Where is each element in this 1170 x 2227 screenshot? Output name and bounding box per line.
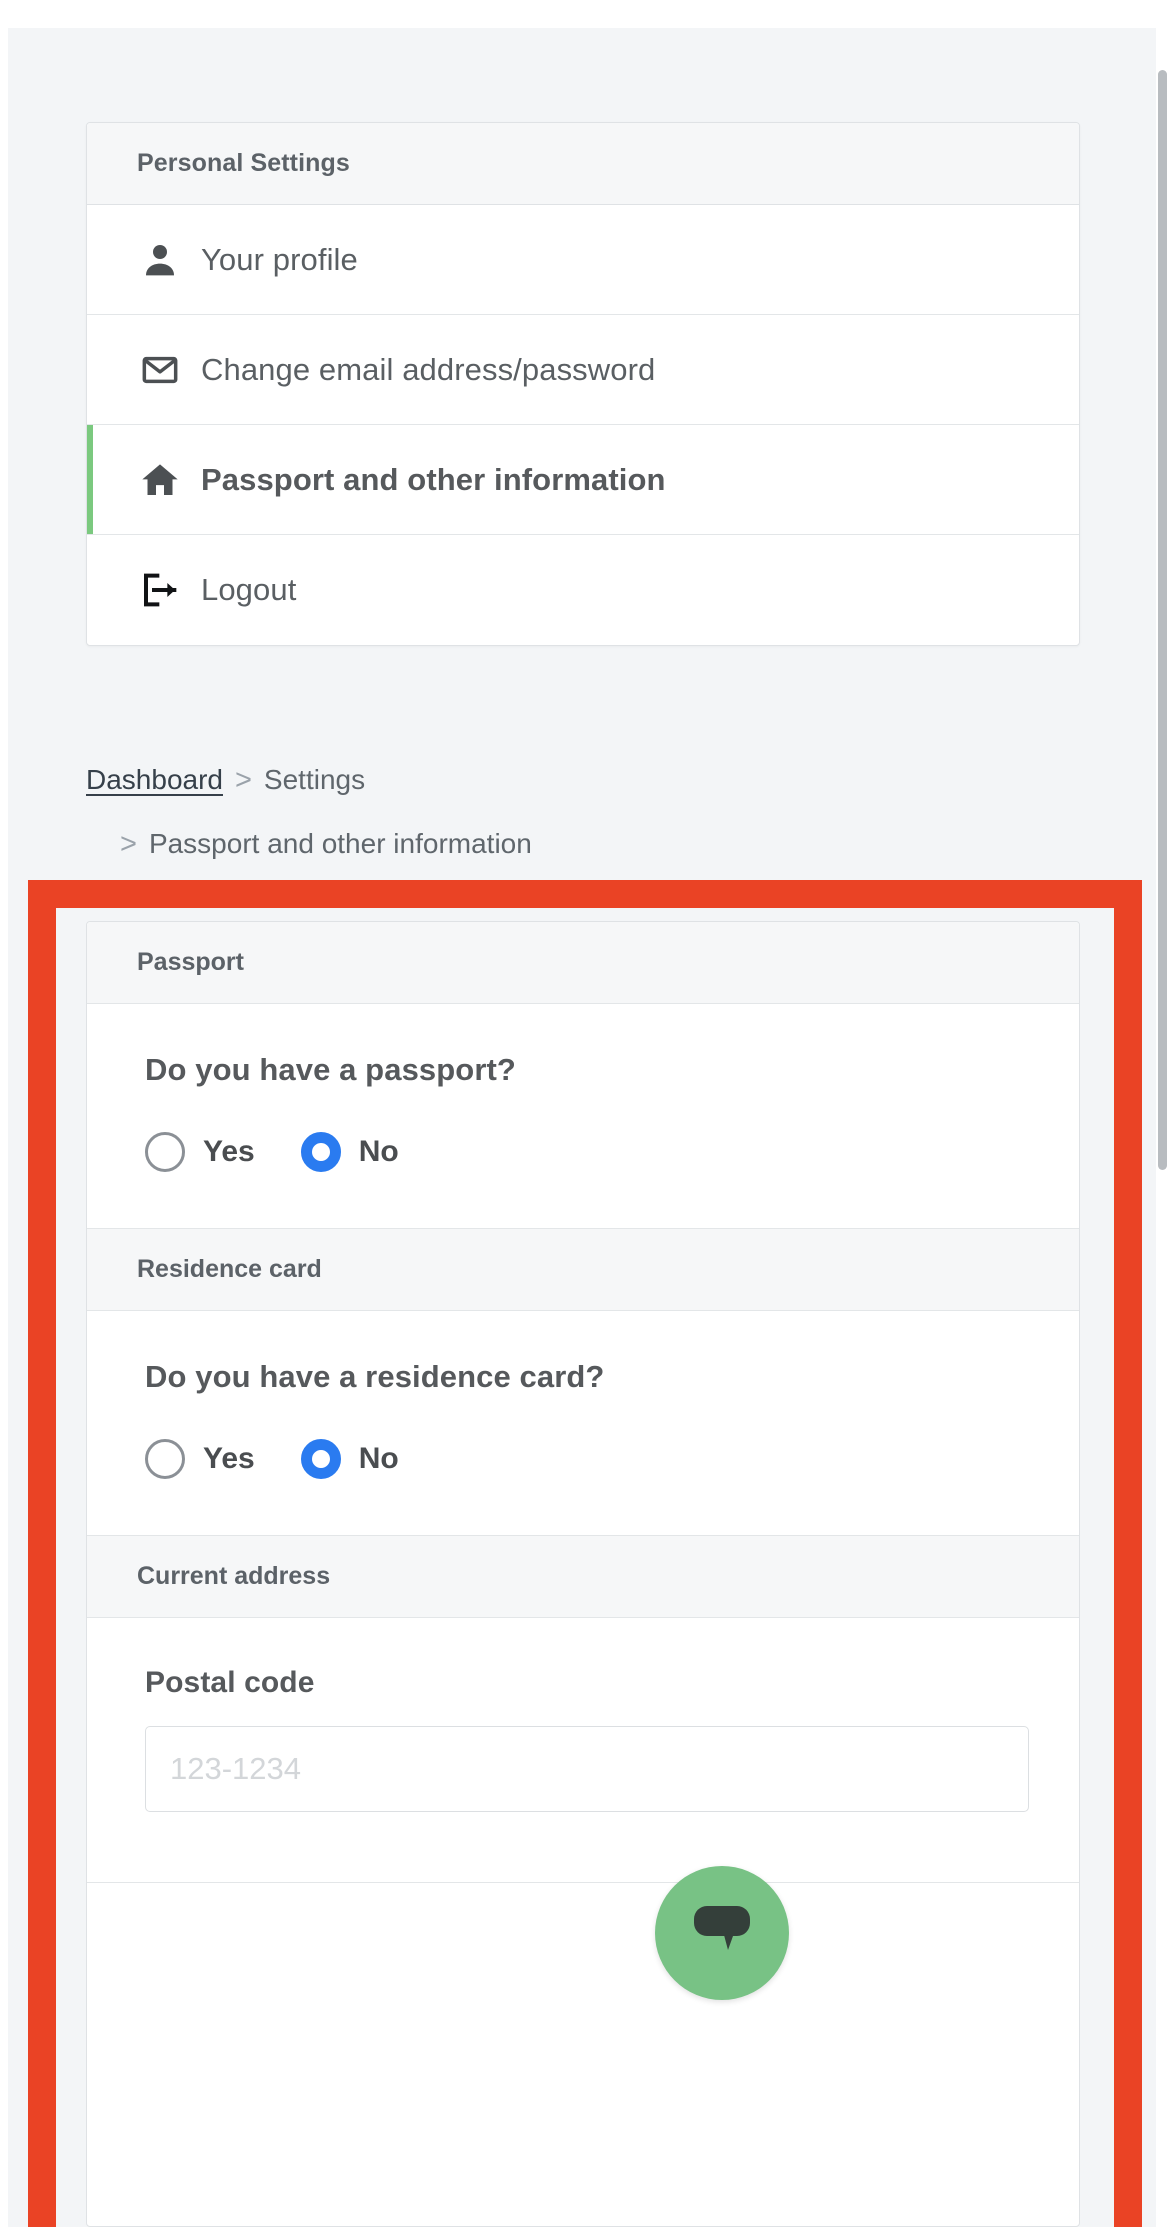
sidebar-item-change-email-password[interactable]: Change email address/password xyxy=(87,315,1079,425)
question-residence-card: Do you have a residence card? xyxy=(145,1359,605,1394)
sidebar-item-label: Change email address/password xyxy=(201,351,656,387)
sidebar-item-logout[interactable]: Logout xyxy=(87,535,1079,645)
breadcrumb-item-settings: Settings xyxy=(263,764,366,795)
sidebar-item-label: Your profile xyxy=(201,241,358,277)
question-passport: Do you have a passport? xyxy=(145,1052,516,1087)
section-body-residence-card: Do you have a residence card? Yes No xyxy=(87,1311,1079,1536)
radio-button-checked-icon[interactable] xyxy=(300,1439,341,1479)
radio-label: No xyxy=(358,1442,399,1475)
person-icon xyxy=(137,237,183,283)
radio-group-passport: Yes No xyxy=(145,1132,1029,1172)
scrollbar-track[interactable] xyxy=(1156,28,1170,2227)
radio-label: No xyxy=(358,1135,399,1168)
sidebar-item-label: Logout xyxy=(201,572,297,607)
radio-group-residence-card: Yes No xyxy=(145,1439,1029,1479)
radio-option-residence-no[interactable]: No xyxy=(300,1439,399,1479)
chat-bubble-icon xyxy=(688,1900,756,1967)
field-label-postal-code: Postal code xyxy=(145,1666,315,1699)
radio-option-residence-yes[interactable]: Yes xyxy=(145,1439,255,1479)
breadcrumb-link-dashboard[interactable]: Dashboard xyxy=(86,764,223,795)
section-header-current-address: Current address xyxy=(87,1536,1079,1618)
radio-button-checked-icon[interactable] xyxy=(300,1132,341,1172)
radio-option-passport-no[interactable]: No xyxy=(300,1132,399,1172)
sidebar-item-your-profile[interactable]: Your profile xyxy=(87,205,1079,315)
radio-label: Yes xyxy=(203,1135,255,1168)
radio-button-unchecked-icon[interactable] xyxy=(145,1132,185,1172)
personal-settings-title: Personal Settings xyxy=(87,123,1079,205)
section-body-current-address: Postal code xyxy=(87,1618,1079,1883)
breadcrumb: Dashboard > Settings > Passport and other i… xyxy=(86,748,1026,876)
radio-option-passport-yes[interactable]: Yes xyxy=(145,1132,255,1172)
radio-label: Yes xyxy=(203,1442,255,1475)
breadcrumb-separator-icon: > xyxy=(120,828,137,860)
sidebar-item-label: Passport and other information xyxy=(201,461,666,497)
home-icon xyxy=(137,457,183,503)
section-header-residence-card: Residence card xyxy=(87,1229,1079,1311)
top-white-strip xyxy=(0,0,1170,28)
page-root: Personal Settings Your profile Change em… xyxy=(0,0,1170,2227)
postal-code-input[interactable] xyxy=(145,1726,1029,1812)
section-body-passport: Do you have a passport? Yes No xyxy=(87,1004,1079,1229)
mail-icon xyxy=(137,347,183,393)
section-header-passport: Passport xyxy=(87,922,1079,1004)
breadcrumb-item-current: Passport and other information xyxy=(148,828,532,859)
breadcrumb-separator-icon: > xyxy=(234,764,252,796)
passport-information-card: Passport Do you have a passport? Yes No … xyxy=(86,921,1080,2227)
scrollbar-thumb[interactable] xyxy=(1158,70,1167,1170)
sidebar-item-passport-and-other-information[interactable]: Passport and other information xyxy=(87,425,1079,535)
logout-icon xyxy=(137,567,183,613)
radio-button-unchecked-icon[interactable] xyxy=(145,1439,185,1479)
chat-widget-button[interactable] xyxy=(655,1866,789,2000)
personal-settings-card: Personal Settings Your profile Change em… xyxy=(86,122,1080,646)
